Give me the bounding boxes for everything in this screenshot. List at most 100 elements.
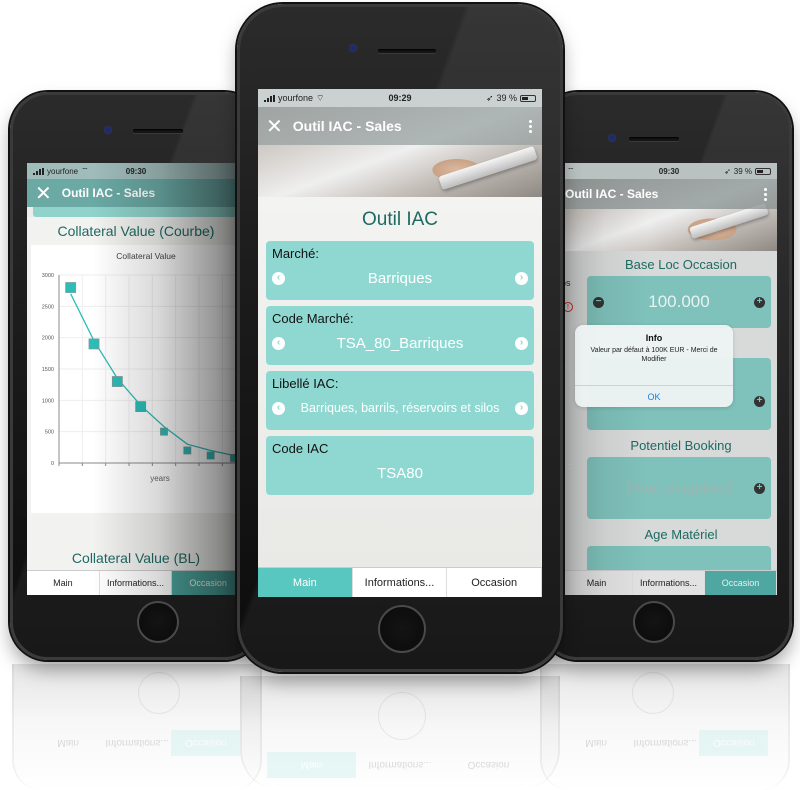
carrier-name: yourfone <box>278 93 314 103</box>
tab-informations[interactable]: Informations... <box>100 571 173 595</box>
data-point-marker <box>183 446 192 455</box>
y-tick-label: 500 <box>45 430 54 436</box>
tab-main[interactable]: Main <box>258 568 353 597</box>
tab-occasion[interactable]: Occasion <box>172 571 245 595</box>
signal-icon <box>264 94 275 102</box>
tab-bar: Main Informations... Occasion <box>27 570 245 595</box>
content-area: Base Loc Occasion os ! − 100.000 + e : +… <box>561 251 777 576</box>
reflected-tab: Main <box>267 752 356 778</box>
section-base-loc: Base Loc Occasion <box>624 257 737 272</box>
section-age-materiel: Age Matériel <box>644 527 718 542</box>
reflected-tab: Informations... <box>368 759 432 771</box>
wifi-icon: ⌔ <box>81 166 89 175</box>
reflected-tab: Informations... <box>633 737 697 749</box>
phone-left: yourfone ⌔ 09:30 ✕ Outil IAC - Sales Coll… <box>10 92 262 660</box>
data-point-marker <box>135 401 147 413</box>
data-point-marker <box>160 427 168 436</box>
chevron-right-icon[interactable]: › <box>515 271 528 285</box>
status-bar: yourfone ⌔ 09:29 ➶ 39 % <box>258 89 542 107</box>
reflected-home-button <box>378 692 426 740</box>
field-label: Code IAC <box>272 441 329 456</box>
reflected-tab: Informations... <box>105 737 169 749</box>
phone-center: yourfone ⌔ 09:29 ➶ 39 % ✕ Outil IAC - Sale… <box>237 4 563 672</box>
base-loc-value[interactable]: 100.000 <box>604 292 754 312</box>
dialog-title: Info <box>645 333 663 343</box>
app-header: ✕ Outil IAC - Sales <box>258 107 542 145</box>
field-value[interactable]: TSA_80_Barriques <box>285 335 515 352</box>
y-tick-label: 1500 <box>42 367 54 373</box>
status-bar: ⌔ 09:30 ➶ 39 % <box>561 163 777 179</box>
wifi-icon: ⌔ <box>567 166 575 175</box>
screen-left: yourfone ⌔ 09:30 ✕ Outil IAC - Sales Coll… <box>27 163 245 595</box>
home-button[interactable] <box>137 601 179 643</box>
tab-informations[interactable]: Informations... <box>353 568 448 597</box>
warning-icon: ! <box>563 302 573 312</box>
data-point-marker <box>206 451 215 460</box>
tab-occasion[interactable]: Occasion <box>705 571 777 595</box>
chevron-right-icon[interactable]: › <box>515 336 528 350</box>
battery-percent: 39 % <box>733 166 752 176</box>
reflected-tab: Main <box>585 737 607 749</box>
content-area: Outil IAC Marché: ‹ Barriques › Code Mar… <box>258 197 542 567</box>
collateral-value-chart: Collateral Value 0 500 1000 1500 2000 2500 3000… <box>42 251 241 483</box>
front-camera <box>609 135 615 141</box>
more-vertical-icon[interactable] <box>764 187 767 201</box>
app-title: Outil IAC - Sales <box>565 187 659 201</box>
x-axis-label: years <box>150 474 170 483</box>
status-bar: yourfone ⌔ 09:30 <box>27 163 245 179</box>
location-icon: ➶ <box>485 92 494 103</box>
y-tick-label: 2000 <box>42 336 54 342</box>
earpiece-speaker <box>133 129 183 133</box>
home-button[interactable] <box>633 601 675 643</box>
chevron-left-icon[interactable]: ‹ <box>272 336 285 350</box>
status-time: 09:30 <box>658 166 680 176</box>
tab-bar: Main Informations... Occasion <box>561 570 777 595</box>
battery-icon <box>520 94 536 102</box>
more-vertical-icon[interactable] <box>529 119 532 133</box>
tab-occasion[interactable]: Occasion <box>447 568 542 597</box>
field-libelle-iac: Libellé IAC: ‹ Barriques, barrils, réser… <box>266 371 534 430</box>
reflection-center: Main Informations... Occasion <box>240 676 560 790</box>
app-header: Outil IAC - Sales <box>561 179 777 209</box>
potentiel-input[interactable]: [Wert eingeben] <box>604 480 754 497</box>
phone-right: ⌔ 09:30 ➶ 39 % Outil IAC - Sales Base Loc… <box>540 92 792 660</box>
potentiel-stepper[interactable]: [Wert eingeben] + <box>587 457 771 519</box>
reflected-tab: Occasion <box>171 730 241 756</box>
plus-icon[interactable]: + <box>754 395 765 407</box>
screen-center: yourfone ⌔ 09:29 ➶ 39 % ✕ Outil IAC - Sale… <box>258 89 542 597</box>
reflected-home-button <box>138 672 180 714</box>
field-value[interactable]: Barriques, barrils, réservoirs et silos <box>285 401 515 415</box>
screen-right: ⌔ 09:30 ➶ 39 % Outil IAC - Sales Base Loc… <box>561 163 777 595</box>
field-value: TSA80 <box>377 464 423 482</box>
chevron-left-icon[interactable]: ‹ <box>272 401 285 415</box>
close-icon[interactable]: ✕ <box>35 181 52 206</box>
reflected-tab: Occasion <box>699 730 769 756</box>
tab-main[interactable]: Main <box>27 571 100 595</box>
section-title-courbe: Collateral Value (Courbe) <box>57 223 215 239</box>
header-strip <box>33 207 245 217</box>
minus-icon[interactable]: − <box>593 296 604 308</box>
signal-icon <box>33 167 44 175</box>
dialog-ok-button[interactable]: OK <box>575 385 733 407</box>
content-area: Collateral Value (Courbe) Collateral Val… <box>27 217 245 570</box>
chevron-right-icon[interactable]: › <box>515 401 528 415</box>
dialog-message: Valeur par défaut à 100K EUR - Merci de … <box>590 347 718 364</box>
data-point-marker <box>65 282 77 293</box>
data-point-marker <box>88 338 100 350</box>
reflected-tabs: Main Informations... Occasion <box>34 730 241 756</box>
reflected-home-button <box>632 672 674 714</box>
tab-main[interactable]: Main <box>561 571 633 595</box>
base-loc-stepper[interactable]: − 100.000 + <box>587 276 771 328</box>
reflected-tabs: Main Informations... Occasion <box>267 752 532 778</box>
home-button[interactable] <box>378 605 426 653</box>
chevron-left-icon[interactable]: ‹ <box>272 271 285 285</box>
tab-informations[interactable]: Informations... <box>633 571 705 595</box>
close-icon[interactable]: ✕ <box>266 114 283 139</box>
app-header: ✕ Outil IAC - Sales <box>27 179 245 207</box>
plus-icon[interactable]: + <box>754 482 765 494</box>
y-tick-label: 0 <box>51 461 54 467</box>
field-value[interactable]: Barriques <box>285 270 515 287</box>
plus-icon[interactable]: + <box>754 296 765 308</box>
y-tick-label: 2500 <box>42 304 54 310</box>
battery-percent: 39 % <box>496 93 517 103</box>
